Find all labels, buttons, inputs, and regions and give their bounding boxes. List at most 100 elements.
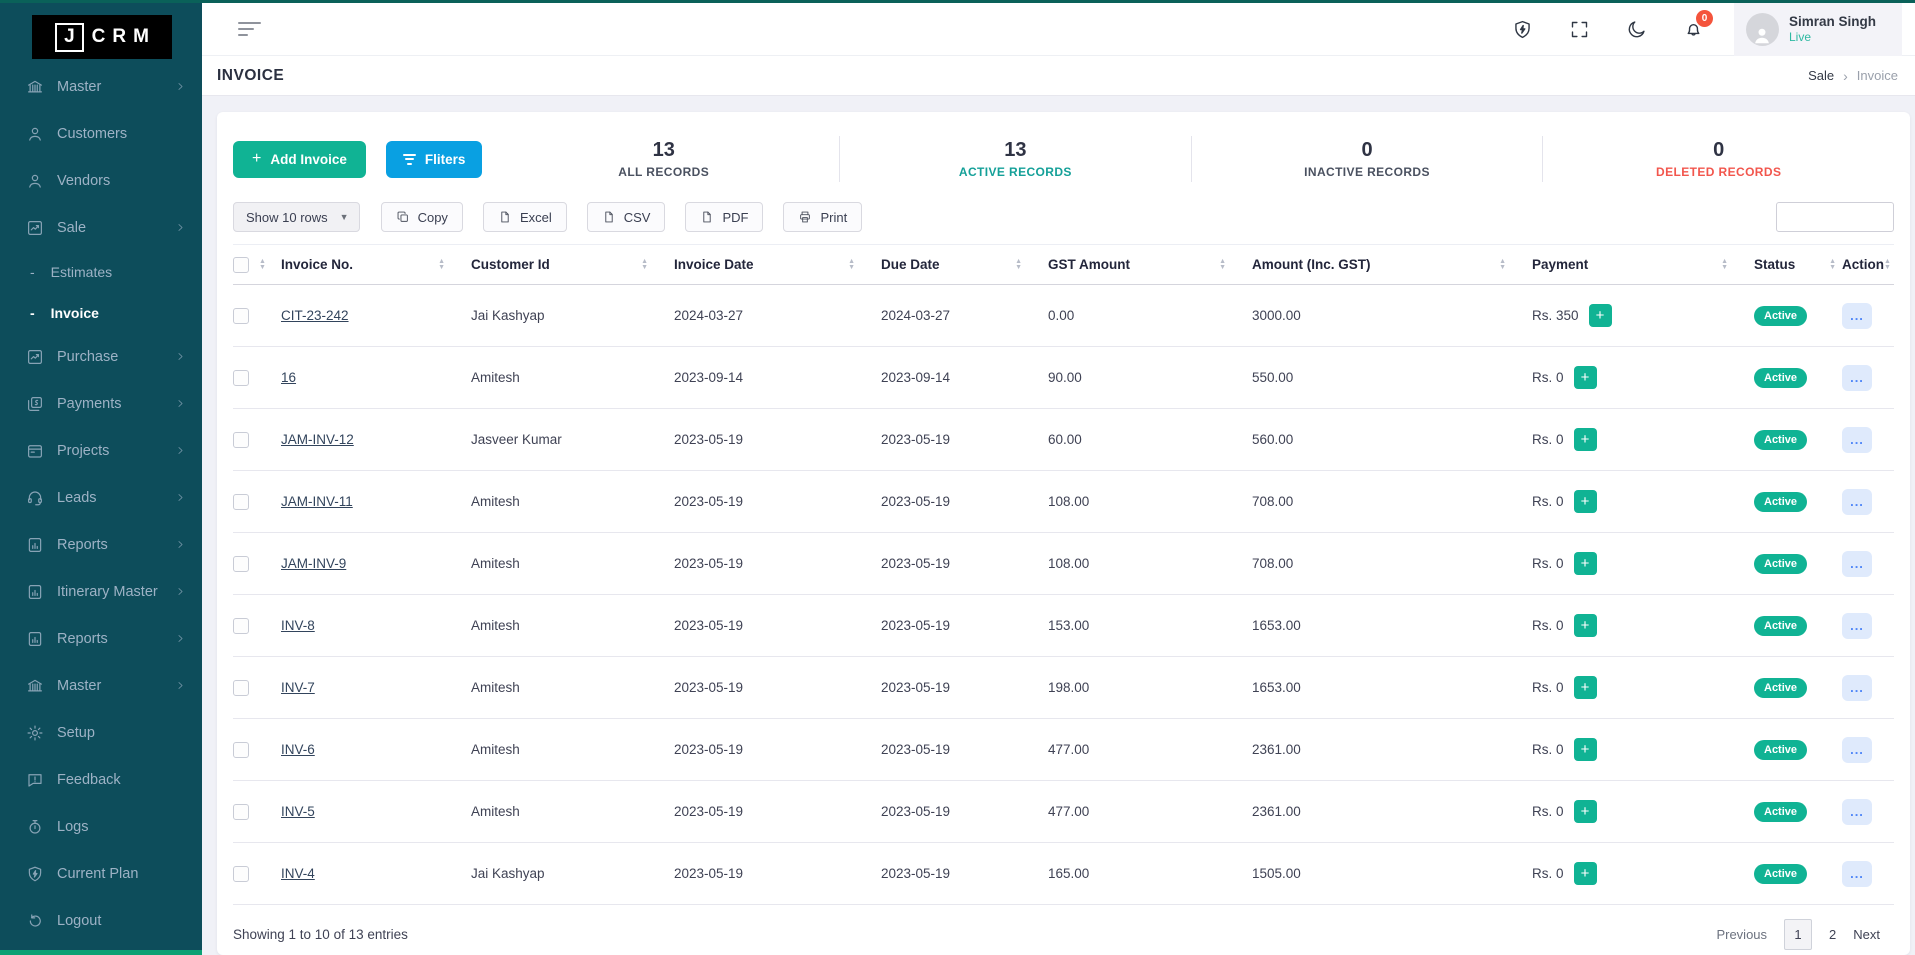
csv-button[interactable]: CSV [587, 202, 666, 232]
invoice-link[interactable]: INV-6 [281, 742, 315, 757]
sidebar-item-reports[interactable]: Reports [0, 521, 202, 568]
sidebar-item-current-plan[interactable]: Current Plan [0, 850, 202, 897]
app-logo[interactable]: J CRM [32, 15, 172, 59]
add-payment-button[interactable]: + [1574, 614, 1597, 637]
shield-bolt-icon[interactable] [1512, 19, 1533, 40]
sort-icon[interactable]: ▲▼ [1884, 259, 1891, 271]
add-payment-button[interactable]: + [1574, 800, 1597, 823]
select-all-checkbox[interactable] [233, 257, 249, 273]
pagination-previous[interactable]: Previous [1716, 927, 1767, 942]
sort-icon[interactable]: ▲▼ [438, 259, 445, 271]
row-checkbox[interactable] [233, 742, 249, 758]
sort-icon[interactable]: ▲▼ [1721, 259, 1728, 271]
row-actions-button[interactable]: ... [1842, 489, 1872, 515]
row-actions-button[interactable]: ... [1842, 551, 1872, 577]
add-payment-button[interactable]: + [1574, 428, 1597, 451]
row-checkbox[interactable] [233, 804, 249, 820]
sidebar-item-master[interactable]: Master [0, 63, 202, 110]
invoice-link[interactable]: JAM-INV-11 [281, 494, 353, 509]
pagination-page-1[interactable]: 1 [1784, 919, 1812, 950]
sidebar-item-logout[interactable]: Logout [0, 897, 202, 944]
search-input[interactable] [1776, 202, 1894, 232]
filters-button[interactable]: Fliters [386, 141, 483, 178]
sidebar-item-purchase[interactable]: Purchase [0, 333, 202, 380]
sidebar-item-label: Setup [57, 725, 95, 741]
sort-icon[interactable]: ▲▼ [848, 259, 855, 271]
sidebar-item-sale[interactable]: Sale [0, 204, 202, 251]
sidebar-item-customers[interactable]: Customers [0, 110, 202, 157]
add-invoice-button[interactable]: + Add Invoice [233, 141, 366, 178]
copy-button[interactable]: Copy [381, 202, 463, 232]
print-button[interactable]: Print [783, 202, 862, 232]
row-checkbox[interactable] [233, 680, 249, 696]
invoice-link[interactable]: 16 [281, 370, 296, 385]
row-checkbox[interactable] [233, 308, 249, 324]
row-actions-button[interactable]: ... [1842, 861, 1872, 887]
column-header-amount-inc-gst-: Amount (Inc. GST)▲▼ [1252, 245, 1532, 285]
chevron-right-icon [175, 81, 186, 92]
sort-icon[interactable]: ▲▼ [259, 259, 281, 271]
sort-icon[interactable]: ▲▼ [641, 259, 648, 271]
sidebar-item-master[interactable]: Master [0, 662, 202, 709]
row-checkbox[interactable] [233, 494, 249, 510]
sidebar-item-setup[interactable]: Setup [0, 709, 202, 756]
sidebar-item-estimates[interactable]: -Estimates [0, 251, 202, 292]
row-actions-button[interactable]: ... [1842, 303, 1872, 329]
row-checkbox[interactable] [233, 370, 249, 386]
sort-icon[interactable]: ▲▼ [1829, 259, 1836, 271]
row-actions-button[interactable]: ... [1842, 675, 1872, 701]
sidebar-item-leads[interactable]: Leads [0, 474, 202, 521]
user-menu[interactable]: Simran Singh Live [1734, 3, 1902, 56]
payment-amount: Rs. 0 [1532, 494, 1564, 509]
sidebar-item-payments[interactable]: Payments [0, 380, 202, 427]
pagination-page-2[interactable]: 2 [1829, 927, 1836, 942]
add-payment-button[interactable]: + [1574, 490, 1597, 513]
invoice-no-cell: JAM-INV-12 [281, 409, 471, 471]
invoice-link[interactable]: INV-7 [281, 680, 315, 695]
add-payment-button[interactable]: + [1574, 738, 1597, 761]
sidebar-item-projects[interactable]: Projects [0, 427, 202, 474]
pdf-button[interactable]: PDF [685, 202, 763, 232]
invoice-link[interactable]: INV-5 [281, 804, 315, 819]
sidebar-item-label: Purchase [57, 349, 118, 365]
pagination-next[interactable]: Next [1853, 927, 1880, 942]
sidebar-item-logs[interactable]: Logs [0, 803, 202, 850]
fullscreen-icon[interactable] [1569, 19, 1590, 40]
menu-toggle-icon[interactable] [238, 18, 261, 40]
row-actions-button[interactable]: ... [1842, 613, 1872, 639]
invoice-link[interactable]: JAM-INV-9 [281, 556, 346, 571]
row-checkbox[interactable] [233, 866, 249, 882]
sort-icon[interactable]: ▲▼ [1219, 259, 1226, 271]
file-icon [602, 210, 616, 224]
row-actions-button[interactable]: ... [1842, 799, 1872, 825]
row-checkbox[interactable] [233, 432, 249, 448]
row-actions-button[interactable]: ... [1842, 737, 1872, 763]
add-payment-button[interactable]: + [1574, 366, 1597, 389]
add-payment-button[interactable]: + [1574, 862, 1597, 885]
sort-icon[interactable]: ▲▼ [1015, 259, 1022, 271]
invoice-link[interactable]: INV-8 [281, 618, 315, 633]
moon-icon[interactable] [1626, 19, 1647, 40]
sidebar-item-itinerary-master[interactable]: Itinerary Master [0, 568, 202, 615]
row-checkbox[interactable] [233, 556, 249, 572]
invoice-link[interactable]: CIT-23-242 [281, 308, 349, 323]
row-actions-button[interactable]: ... [1842, 427, 1872, 453]
row-checkbox[interactable] [233, 618, 249, 634]
sidebar-item-feedback[interactable]: Feedback [0, 756, 202, 803]
sort-icon[interactable]: ▲▼ [1499, 259, 1506, 271]
add-payment-button[interactable]: + [1574, 552, 1597, 575]
rows-per-page-select[interactable]: Show 10 rows ▼ [233, 202, 360, 232]
plus-icon: + [252, 150, 261, 168]
breadcrumb-parent[interactable]: Sale [1808, 68, 1834, 83]
row-actions-button[interactable]: ... [1842, 365, 1872, 391]
invoice-link[interactable]: INV-4 [281, 866, 315, 881]
notification-badge: 0 [1696, 10, 1713, 27]
sidebar-item-invoice[interactable]: -Invoice [0, 292, 202, 333]
add-payment-button[interactable]: + [1589, 304, 1612, 327]
bell-icon[interactable]: 0 [1683, 19, 1704, 40]
excel-button[interactable]: Excel [483, 202, 567, 232]
invoice-link[interactable]: JAM-INV-12 [281, 432, 354, 447]
sidebar-item-vendors[interactable]: Vendors [0, 157, 202, 204]
sidebar-item-reports[interactable]: Reports [0, 615, 202, 662]
add-payment-button[interactable]: + [1574, 676, 1597, 699]
